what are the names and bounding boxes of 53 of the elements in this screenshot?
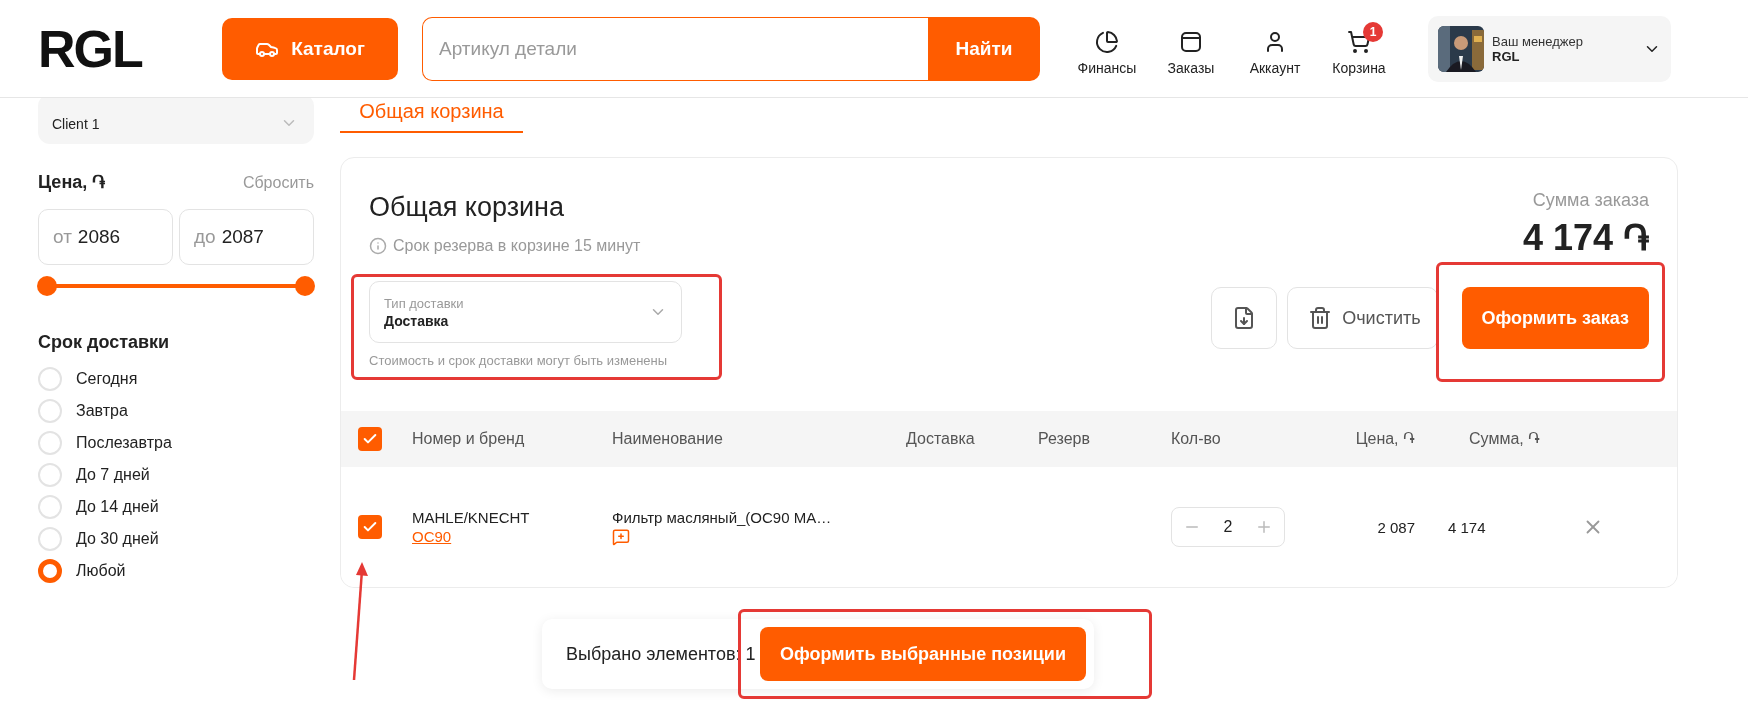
manager-title: Ваш менеджер [1492,33,1584,49]
info-icon [369,237,387,255]
delivery-select[interactable]: Тип доставки Доставка [369,281,682,343]
name-cell-text: Фильтр масляный_(OC90 MA… [612,508,833,526]
price-from-field[interactable]: от 2086 [38,209,173,265]
cart-icon [1347,29,1371,54]
radio-option[interactable]: Любой [38,559,314,583]
download-button[interactable] [1211,287,1278,349]
reserve-note: Срок резерва в корзине 15 минут [393,237,641,255]
column-header: Кол-во [1171,430,1222,448]
pie-chart-icon [1095,29,1119,54]
column-header: Резерв [1038,430,1091,448]
price-cell-text: 2 087 [1376,518,1416,536]
sum-cell-text: 4 174 [1447,518,1487,536]
sum-label: Сумма заказа [1532,190,1649,211]
nav-link[interactable]: Финансы [1068,21,1146,76]
column-header: Сумма, ֏ [1468,430,1542,448]
count-badge: 1 [1363,21,1383,42]
client-select[interactable]: Client 1 [38,98,314,144]
clear-button[interactable]: Очистить [1287,287,1438,349]
column-header: Наименование [612,430,724,448]
cart-title: Общая корзина [369,192,566,223]
column-header: Цена, ֏ [1354,430,1416,448]
column-header: Номер и бренд [412,430,526,448]
radio-option[interactable]: До 7 дней [38,463,314,487]
nav-link[interactable]: Заказы [1152,21,1230,76]
search-field[interactable]: Артикул детали [422,16,928,81]
select-all-checkbox[interactable] [358,427,382,451]
selected-count: Выбрано элементов: 1 [566,643,756,665]
logo[interactable]: RGL [38,18,222,79]
delivery-hint: Стоимость и срок доставки могут быть изменены [369,353,669,368]
slider-thumb[interactable] [295,276,315,296]
delivery-heading: Срок доставки [38,332,171,353]
trash-icon [1308,306,1333,330]
price-to-field[interactable]: до 2087 [179,209,314,265]
radio-option[interactable]: До 30 дней [38,527,314,551]
radio-option[interactable]: Послезавтра [38,431,314,455]
order-sum: 4 174 ֏ [1522,217,1649,259]
price-heading: Цена, ֏ [38,172,106,193]
comment-add-icon[interactable] [612,527,630,546]
row-checkbox[interactable] [358,515,382,539]
radio-option[interactable]: Завтра [38,399,314,423]
column-header: Доставка [906,430,976,448]
radio-option[interactable]: До 14 дней [38,495,314,519]
manager-card[interactable]: Ваш менеджер RGL [1428,15,1671,82]
box-icon [1179,29,1203,54]
nav-link[interactable]: Аккаунт [1236,21,1314,76]
nav-link[interactable]: Корзина 1 [1320,21,1398,76]
quantity-stepper[interactable]: 2 [1171,507,1285,547]
manager-name: RGL [1492,48,1521,64]
slider-thumb[interactable] [37,276,57,296]
radio-option[interactable]: Сегодня [38,367,314,391]
brand-cell-text: MAHLE/KNECHT [412,509,531,526]
